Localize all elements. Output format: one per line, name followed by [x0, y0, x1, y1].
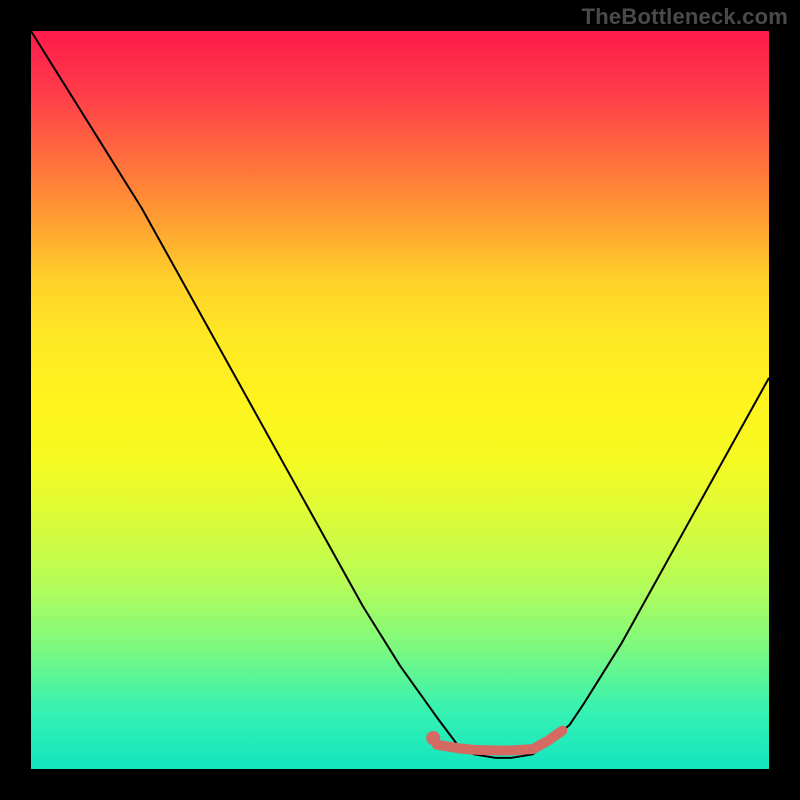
- watermark: TheBottleneck.com: [582, 4, 788, 30]
- gradient-bg: [31, 31, 769, 769]
- chart-svg: [31, 31, 769, 769]
- highlight-dot: [426, 731, 440, 745]
- plot-area: [31, 31, 769, 769]
- chart-frame: TheBottleneck.com: [0, 0, 800, 800]
